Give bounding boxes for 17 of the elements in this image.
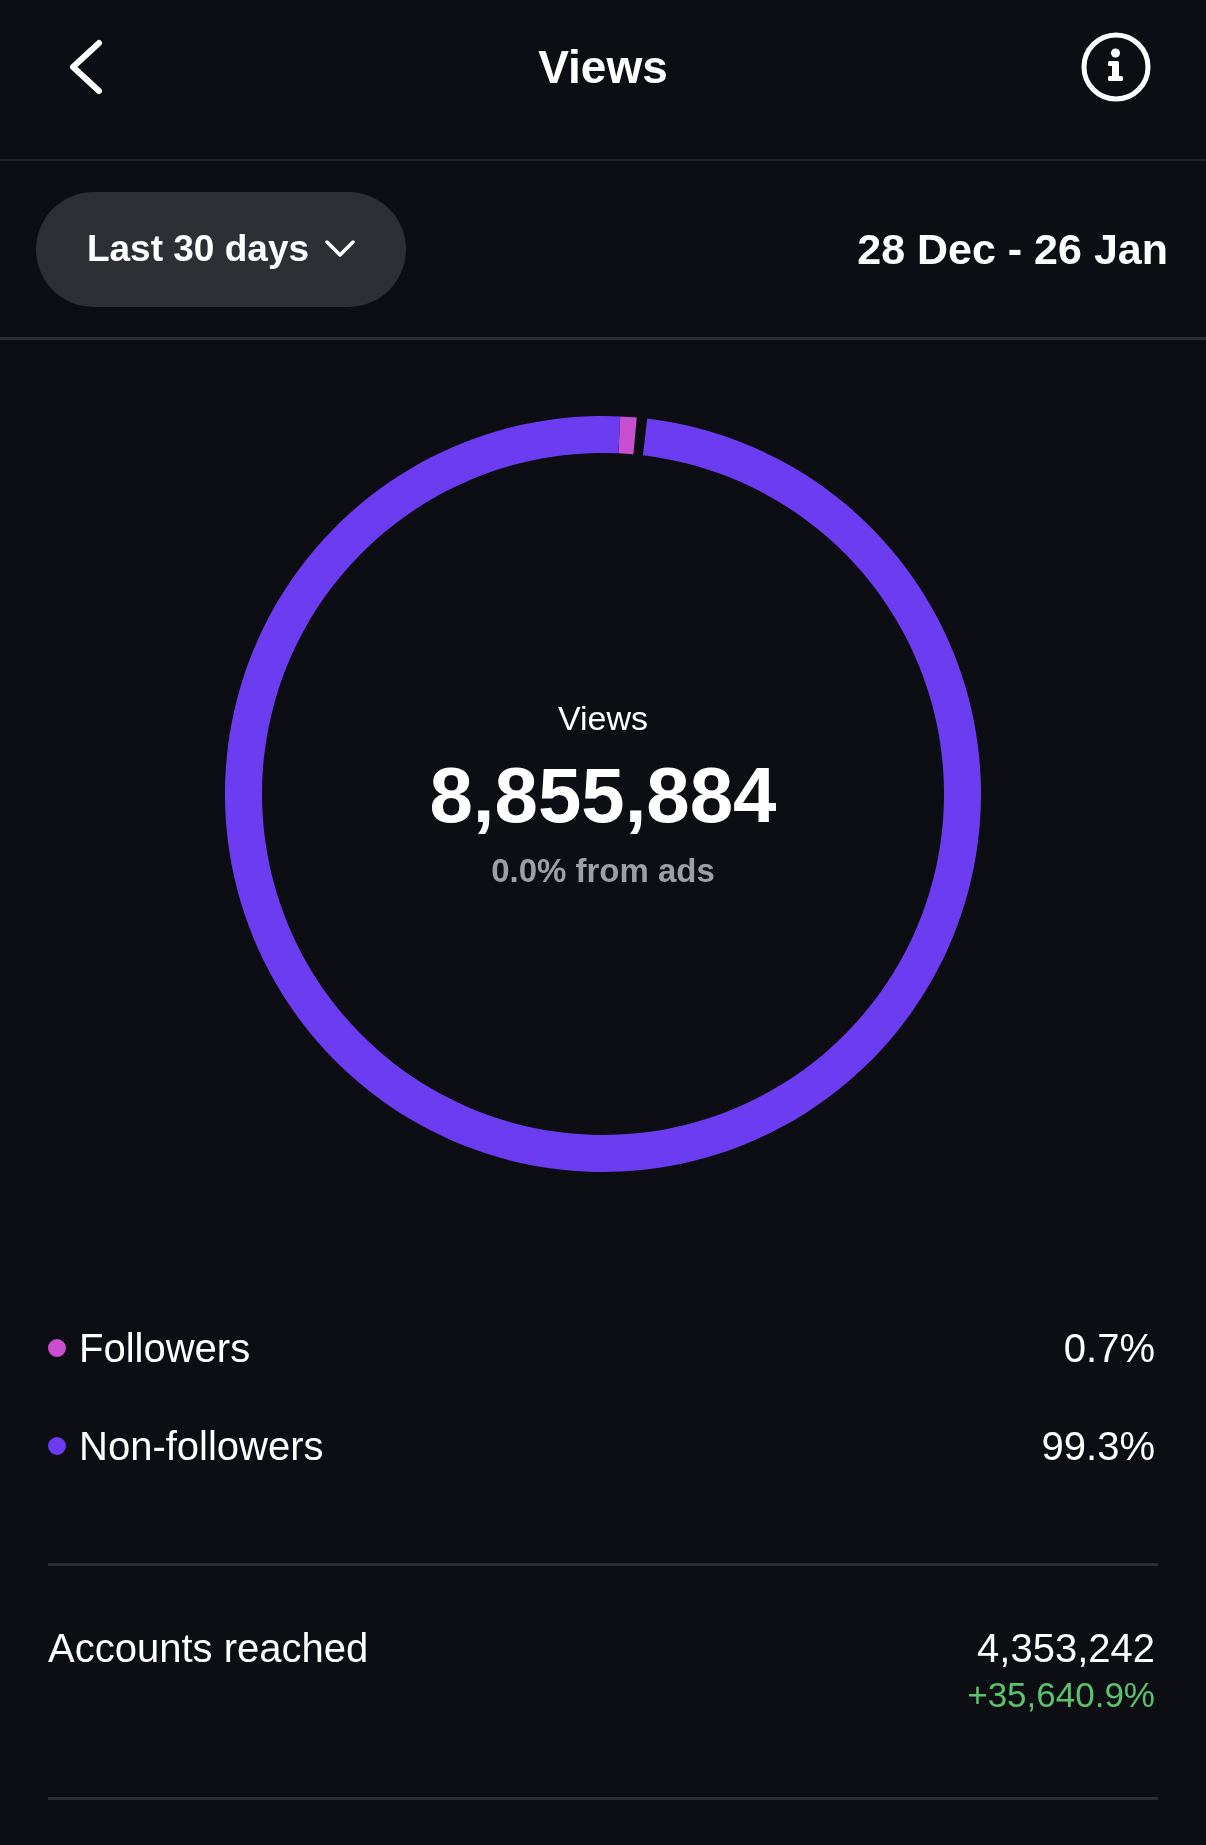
metric-value: 4,353,242 [977,1626,1155,1670]
period-dropdown[interactable]: Last 30 days [36,191,406,307]
info-button[interactable] [1081,32,1151,102]
legend-label: Followers [79,1325,251,1372]
info-icon [1081,32,1151,102]
chevron-down-icon [325,240,356,258]
chevron-left-icon [68,39,104,95]
ads-share: 0.0% from ads [491,850,715,891]
screen-title: Views [538,40,668,95]
legend-value: 99.3% [1041,1423,1155,1470]
date-range: 28 Dec - 26 Jan [857,223,1168,275]
legend-label: Non-followers [79,1423,324,1470]
legend-value: 0.7% [1063,1325,1155,1372]
views-total: 8,855,884 [429,754,777,835]
metric-change: +35,640.9% [967,1674,1155,1716]
views-label: Views [557,697,649,738]
metric-label: Accounts reached [48,1626,369,1670]
